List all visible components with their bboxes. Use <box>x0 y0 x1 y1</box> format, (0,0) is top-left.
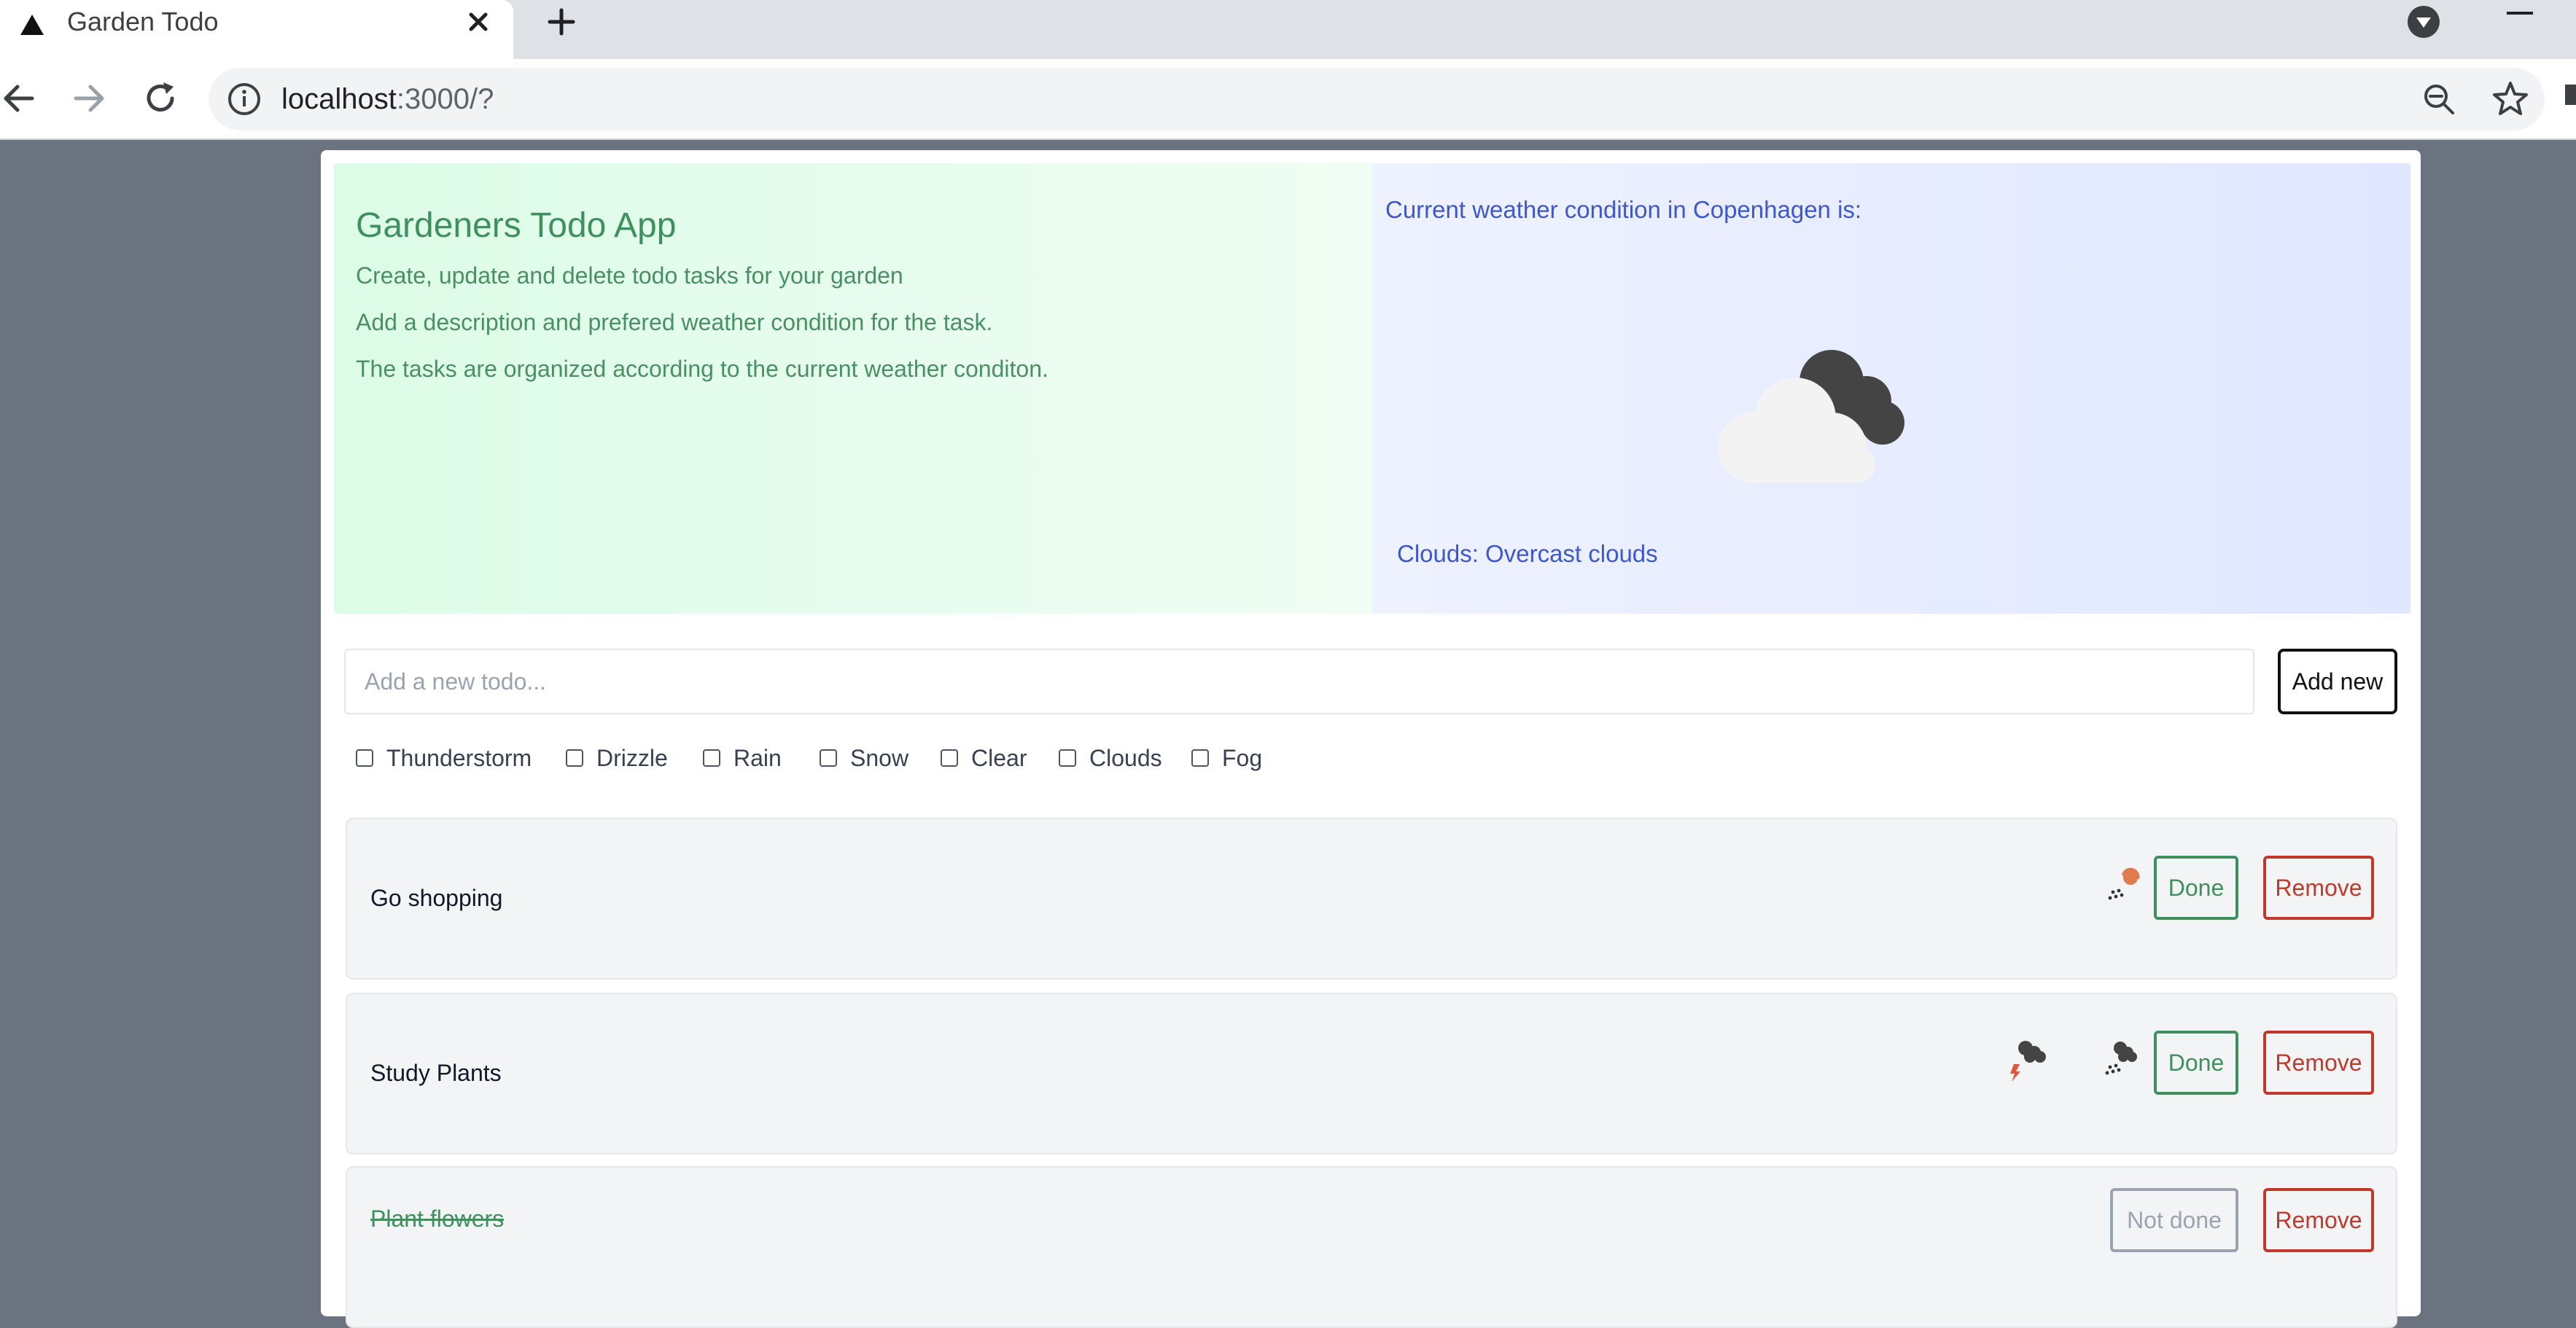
intro-panel: Gardeners Todo App Create, update and de… <box>334 163 1372 614</box>
checkbox-box[interactable] <box>566 749 583 767</box>
address-bar[interactable]: localhost:3000/? <box>209 68 2545 130</box>
done-button[interactable]: Done <box>2154 1031 2238 1095</box>
checkbox-box[interactable] <box>703 749 720 767</box>
weather-panel: Current weather condition in Copenhagen … <box>1372 163 2410 614</box>
browser-toolbar: localhost:3000/? <box>0 59 2576 140</box>
done-button[interactable]: Done <box>2154 856 2238 920</box>
todo-item: Plant flowers Not done Remove <box>346 1166 2397 1328</box>
not-done-button[interactable]: Not done <box>2110 1188 2238 1252</box>
browser-chrome: Garden Todo localhost:3000/? <box>0 0 2576 140</box>
forward-arrow-icon[interactable] <box>70 79 108 117</box>
checkbox-box[interactable] <box>1059 749 1076 767</box>
todo-title: Plant flowers <box>370 1206 505 1232</box>
checkbox-thunderstorm[interactable]: Thunderstorm <box>356 742 532 774</box>
weather-description: Clouds: Overcast clouds <box>1397 540 1658 567</box>
intro-line: Create, update and delete todo tasks for… <box>356 262 903 289</box>
intro-line: The tasks are organized according to the… <box>356 356 1048 382</box>
remove-button[interactable]: Remove <box>2263 1188 2374 1252</box>
checkbox-box[interactable] <box>941 749 958 767</box>
checkbox-box[interactable] <box>1191 749 1209 767</box>
checkbox-label: Clouds <box>1089 744 1162 771</box>
checkbox-label: Clear <box>971 744 1027 771</box>
checkbox-clear[interactable]: Clear <box>941 742 1027 774</box>
url-path: :3000/? <box>396 83 494 115</box>
todo-item: Go shopping Done Remove <box>346 818 2397 980</box>
checkbox-label: Rain <box>734 744 782 771</box>
tab-strip: Garden Todo <box>0 0 2576 59</box>
minimize-icon[interactable] <box>2507 12 2533 16</box>
tab-title: Garden Todo <box>67 7 219 36</box>
triangle-favicon-icon <box>20 15 44 35</box>
checkbox-rain[interactable]: Rain <box>703 742 782 774</box>
drizzle-sun-icon <box>2108 867 2140 900</box>
app-title: Gardeners Todo App <box>356 206 677 245</box>
checkbox-drizzle[interactable]: Drizzle <box>566 742 668 774</box>
checkbox-snow[interactable]: Snow <box>820 742 908 774</box>
checkbox-label: Fog <box>1222 744 1263 771</box>
checkbox-label: Snow <box>850 744 909 771</box>
zoom-out-icon[interactable] <box>2421 81 2457 117</box>
checkbox-label: Drizzle <box>596 744 668 771</box>
app-card: Gardeners Todo App Create, update and de… <box>321 150 2421 1328</box>
weather-heading: Current weather condition in Copenhagen … <box>1385 196 1862 223</box>
checkbox-box[interactable] <box>356 749 373 767</box>
url-host: localhost <box>281 83 397 115</box>
new-tab-icon[interactable] <box>544 4 579 39</box>
browser-tab[interactable]: Garden Todo <box>0 0 513 59</box>
close-icon[interactable] <box>464 7 493 36</box>
remove-button[interactable]: Remove <box>2263 856 2374 920</box>
reload-icon[interactable] <box>141 79 179 117</box>
todo-item: Study Plants Done Remove <box>346 993 2397 1155</box>
thunderstorm-icon <box>2010 1041 2046 1082</box>
todo-title: Study Plants <box>370 1060 502 1086</box>
info-icon[interactable] <box>226 81 262 117</box>
bookmark-star-icon[interactable] <box>2491 79 2530 119</box>
overcast-clouds-icon <box>1718 350 1904 483</box>
drizzle-icon <box>2105 1042 2137 1075</box>
checkbox-box[interactable] <box>820 749 837 767</box>
new-todo-input[interactable] <box>344 649 2254 714</box>
intro-line: Add a description and prefered weather c… <box>356 309 993 335</box>
extensions-icon[interactable] <box>2561 82 2576 108</box>
page-background: Gardeners Todo App Create, update and de… <box>0 140 2576 1328</box>
remove-button[interactable]: Remove <box>2263 1031 2374 1095</box>
back-arrow-icon[interactable] <box>0 79 38 117</box>
checkbox-clouds[interactable]: Clouds <box>1059 742 1162 774</box>
url-text: localhost:3000/? <box>281 81 494 117</box>
add-new-button[interactable]: Add new <box>2278 649 2397 714</box>
todo-title: Go shopping <box>370 885 503 911</box>
chevron-down-circle-icon[interactable] <box>2406 4 2441 39</box>
checkbox-fog[interactable]: Fog <box>1191 742 1262 774</box>
checkbox-label: Thunderstorm <box>386 744 532 771</box>
